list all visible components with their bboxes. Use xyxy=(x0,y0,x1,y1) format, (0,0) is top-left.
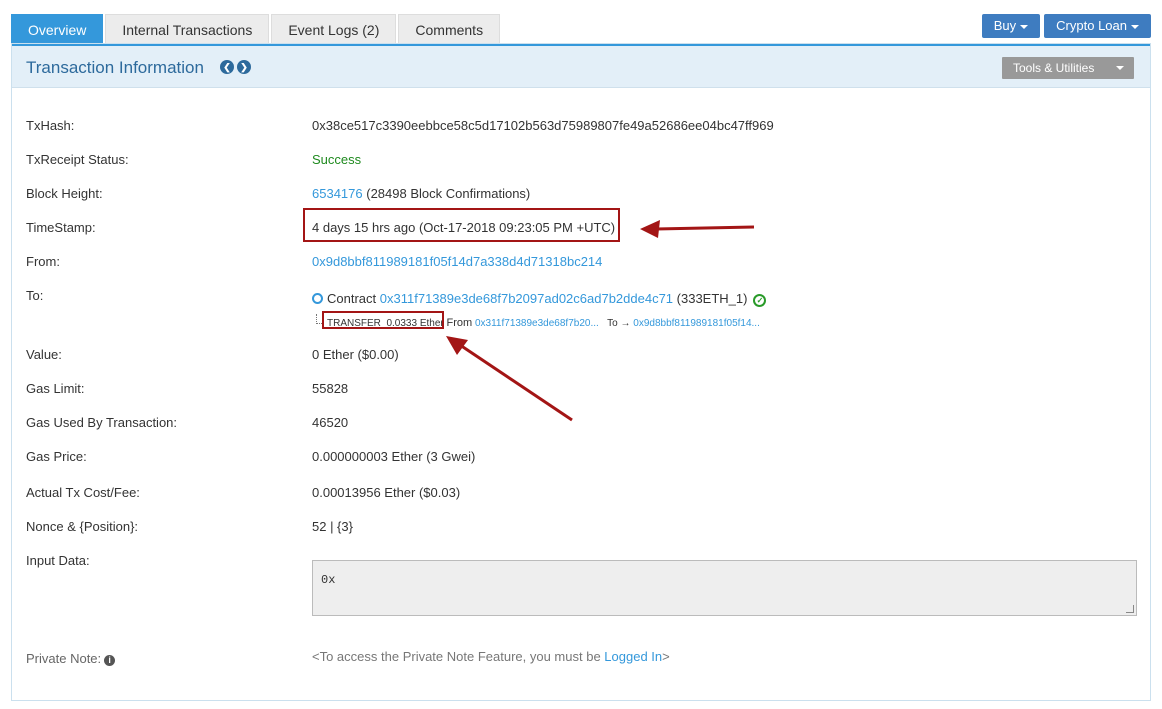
tx-cost-label: Actual Tx Cost/Fee: xyxy=(26,485,140,500)
to-value: Contract 0x311f71389e3de68f7b2097ad02c6a… xyxy=(312,291,767,307)
block-height-label: Block Height: xyxy=(26,186,103,201)
contract-search-icon xyxy=(312,293,323,304)
nav-arrows: ❮ ❯ xyxy=(220,60,251,74)
gas-limit-label: Gas Limit: xyxy=(26,381,85,396)
value-amount: 0 Ether ($0.00) xyxy=(312,347,399,362)
input-data-textarea[interactable]: 0x xyxy=(312,560,1137,616)
transfer-from-link[interactable]: 0x311f71389e3de68f7b20... xyxy=(475,318,599,329)
top-buttons: Buy Crypto Loan xyxy=(981,14,1151,38)
contract-address-link[interactable]: 0x311f71389e3de68f7b2097ad02c6ad7b2dde4c… xyxy=(380,291,673,306)
block-link[interactable]: 6534176 xyxy=(312,186,363,201)
buy-button[interactable]: Buy xyxy=(981,14,1041,38)
transfer-highlight-box xyxy=(322,311,444,329)
contract-prefix: Contract xyxy=(327,291,377,306)
tab-comments[interactable]: Comments xyxy=(398,14,501,44)
caret-down-icon xyxy=(1116,66,1124,70)
panel-header: Transaction Information ❮ ❯ Tools & Util… xyxy=(12,44,1150,88)
tab-overview[interactable]: Overview xyxy=(11,14,104,44)
value-label: Value: xyxy=(26,347,62,362)
txhash-value: 0x38ce517c3390eebbce58c5d17102b563d75989… xyxy=(312,118,774,133)
transfer-arrow-icon xyxy=(446,336,573,422)
tab-event-logs[interactable]: Event Logs (2) xyxy=(271,14,397,44)
next-icon[interactable]: ❯ xyxy=(237,60,251,74)
private-note-value: <To access the Private Note Feature, you… xyxy=(312,649,670,664)
tools-utilities-button[interactable]: Tools & Utilities xyxy=(1002,57,1134,79)
private-note-suffix: > xyxy=(662,649,670,664)
timestamp-label: TimeStamp: xyxy=(26,220,96,235)
previous-icon[interactable]: ❮ xyxy=(220,60,234,74)
buy-label: Buy xyxy=(993,18,1017,33)
contract-name: (333ETH_1) xyxy=(673,291,748,306)
status-value: Success xyxy=(312,152,362,167)
input-data-label: Input Data: xyxy=(26,553,90,568)
gas-limit-value: 55828 xyxy=(312,381,349,396)
nonce-label: Nonce & {Position}: xyxy=(26,519,139,534)
gas-used-value: 46520 xyxy=(312,415,349,430)
verified-check-icon: ✓ xyxy=(753,294,767,307)
private-note-label: Private Note: xyxy=(26,651,102,666)
panel-title: Transaction Information xyxy=(26,58,204,77)
nonce-value: 52 | {3} xyxy=(312,519,353,534)
gas-price-value: 0.000000003 Ether (3 Gwei) xyxy=(312,449,476,464)
to-label: To: xyxy=(26,288,44,303)
input-data-value: 0x xyxy=(321,573,336,587)
tx-cost-value: 0.00013956 Ether ($0.03) xyxy=(312,485,461,500)
tab-bar: Overview Internal Transactions Event Log… xyxy=(11,14,502,44)
from-address-link[interactable]: 0x9d8bbf811989181f05f14d7a338d4d71318bc2… xyxy=(312,254,602,269)
resize-handle-icon[interactable] xyxy=(1126,605,1134,613)
info-icon[interactable]: i xyxy=(104,655,116,666)
block-confirmations: (28498 Block Confirmations) xyxy=(362,186,531,201)
gas-price-label: Gas Price: xyxy=(26,449,87,464)
status-label: TxReceipt Status: xyxy=(26,152,129,167)
right-arrow-icon: → xyxy=(620,318,631,329)
tab-internal-transactions[interactable]: Internal Transactions xyxy=(105,14,270,44)
timestamp-arrow-icon xyxy=(640,220,755,238)
logged-in-link[interactable]: Logged In xyxy=(604,649,662,664)
from-label: From: xyxy=(26,254,60,269)
private-note-prefix: <To access the Private Note Feature, you… xyxy=(312,649,605,664)
transfer-to-label: To xyxy=(607,318,618,329)
crypto-loan-button[interactable]: Crypto Loan xyxy=(1044,14,1151,38)
txhash-label: TxHash: xyxy=(26,118,75,133)
block-height-value: 6534176 (28498 Block Confirmations) xyxy=(312,186,530,201)
private-note-label-wrap: Private Note: i xyxy=(26,651,116,666)
tools-utilities-label: Tools & Utilities xyxy=(1013,61,1095,75)
caret-down-icon xyxy=(1020,24,1029,29)
caret-down-icon xyxy=(1131,24,1139,29)
transfer-to-link[interactable]: 0x9d8bbf811989181f05f14... xyxy=(633,318,760,329)
gas-used-label: Gas Used By Transaction: xyxy=(26,415,178,430)
crypto-loan-label: Crypto Loan xyxy=(1056,18,1127,33)
timestamp-highlight-box xyxy=(303,208,620,242)
transfer-from-label: From xyxy=(446,317,473,329)
